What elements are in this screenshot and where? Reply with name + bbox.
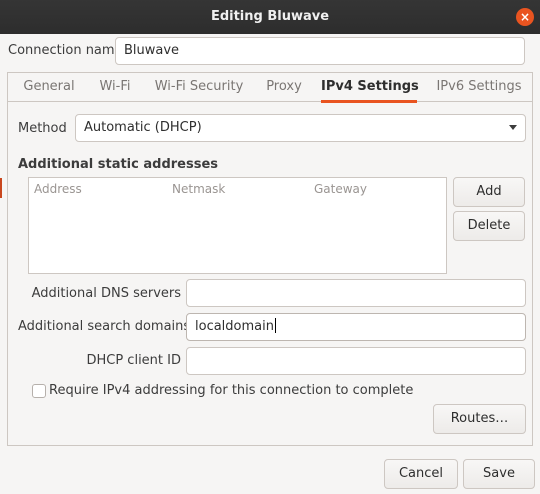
background-window-edge (0, 178, 2, 198)
dhcp-client-id-label: DHCP client ID (86, 353, 181, 368)
column-header-address[interactable]: Address (34, 182, 82, 196)
dhcp-client-id-field[interactable] (186, 347, 526, 375)
title-bar[interactable]: Editing Bluwave × (0, 0, 540, 34)
tab-bar: General Wi-Fi Wi-Fi Security Proxy IPv4 … (8, 73, 532, 103)
tab-ipv4-settings[interactable]: IPv4 Settings (321, 73, 419, 103)
settings-notebook: General Wi-Fi Wi-Fi Security Proxy IPv4 … (7, 72, 533, 446)
delete-address-button[interactable]: Delete (453, 211, 525, 241)
routes-button[interactable]: Routes… (433, 404, 526, 434)
method-label: Method (18, 121, 67, 136)
add-address-button[interactable]: Add (453, 177, 525, 207)
text-cursor (274, 318, 276, 333)
search-domains-value: localdomain (195, 319, 274, 334)
search-domains-label: Additional search domains (18, 319, 191, 334)
dns-servers-label: Additional DNS servers (31, 286, 181, 301)
window-title: Editing Bluwave (210, 9, 330, 24)
static-addresses-title: Additional static addresses (18, 157, 219, 172)
require-ipv4-checkbox[interactable] (32, 384, 46, 398)
static-addresses-table[interactable]: Address Netmask Gateway (28, 177, 447, 274)
close-icon[interactable]: × (516, 8, 534, 26)
tab-ipv6-settings[interactable]: IPv6 Settings (431, 73, 527, 102)
save-button[interactable]: Save (463, 459, 535, 489)
connection-name-label: Connection name (8, 43, 123, 58)
cancel-button[interactable]: Cancel (384, 459, 458, 489)
method-value: Automatic (DHCP) (84, 120, 202, 135)
column-header-netmask[interactable]: Netmask (172, 182, 225, 196)
column-header-gateway[interactable]: Gateway (314, 182, 367, 196)
connection-name-field[interactable]: Bluwave (115, 37, 525, 65)
edit-connection-dialog: Editing Bluwave × Connection name Bluwav… (0, 0, 540, 494)
method-dropdown[interactable]: Automatic (DHCP) (75, 114, 526, 142)
tab-wifi-security[interactable]: Wi-Fi Security (148, 73, 250, 102)
require-ipv4-label[interactable]: Require IPv4 addressing for this connect… (49, 383, 413, 398)
chevron-down-icon (509, 125, 517, 130)
tab-general[interactable]: General (13, 73, 85, 102)
tab-proxy[interactable]: Proxy (258, 73, 310, 102)
search-domains-field[interactable]: localdomain (186, 313, 526, 341)
dns-servers-field[interactable] (186, 279, 526, 307)
tab-wifi[interactable]: Wi-Fi (90, 73, 140, 102)
